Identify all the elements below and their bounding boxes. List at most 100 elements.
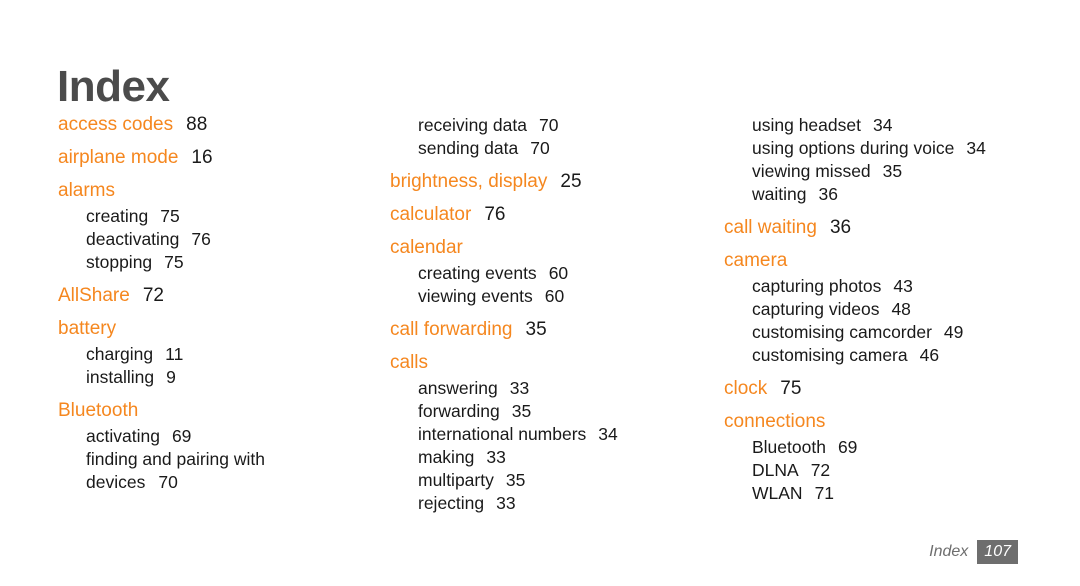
- index-entry-label: airplane mode: [58, 147, 179, 168]
- index-entry-label: battery: [58, 318, 117, 339]
- index-entry-sub[interactable]: multiparty 35: [390, 469, 720, 492]
- index-entry-sub[interactable]: DLNA 72: [724, 459, 1069, 482]
- index-entry-sub[interactable]: activating 69: [58, 425, 388, 448]
- index-entry-page-number: 49: [943, 322, 964, 342]
- index-entry-label: call waiting: [724, 217, 817, 238]
- index-entry-page-number: 76: [191, 229, 211, 249]
- index-entry-label: customising camera: [752, 345, 908, 365]
- index-entry-sub[interactable]: using options during voice 34: [724, 137, 1069, 160]
- index-entry-label: making: [418, 447, 475, 467]
- footer-label: Index: [929, 543, 969, 560]
- index-entry-main[interactable]: access codes 88: [58, 114, 388, 136]
- index-entry-continuation[interactable]: devices 70: [58, 471, 388, 494]
- index-entry-main[interactable]: camera: [724, 250, 1069, 272]
- index-entry-main[interactable]: brightness, display 25: [390, 171, 720, 193]
- index-entry-sub[interactable]: viewing events 60: [390, 285, 720, 308]
- index-entry-label: creating events: [418, 263, 537, 283]
- index-entry-sub[interactable]: answering 33: [390, 377, 720, 400]
- index-entry-page-number: 60: [548, 263, 569, 283]
- index-entry-sub[interactable]: sending data 70: [390, 137, 720, 160]
- index-entry-label: stopping: [86, 252, 153, 272]
- index-entry-label: viewing missed: [752, 161, 871, 181]
- index-entry-sub[interactable]: capturing photos 43: [724, 275, 1069, 298]
- index-entry-label: using headset: [752, 115, 861, 135]
- index-entry-sub[interactable]: stopping 75: [58, 251, 388, 274]
- index-entry-sub[interactable]: WLAN 71: [724, 482, 1069, 505]
- index-entry-label: AllShare: [58, 285, 130, 306]
- index-entry-sub[interactable]: making 33: [390, 446, 720, 469]
- index-entry-page-number: 9: [166, 367, 176, 387]
- index-entry-page-number: 33: [486, 447, 506, 467]
- index-entry-page-number: 35: [525, 319, 547, 340]
- index-entry-page-number: 48: [891, 299, 911, 319]
- index-entry-page-number: 16: [191, 147, 213, 168]
- index-entry-label: capturing videos: [752, 299, 880, 319]
- index-entry-sub[interactable]: receiving data 70: [390, 114, 720, 137]
- index-entry-sub[interactable]: Bluetooth 69: [724, 436, 1069, 459]
- index-entry-sub[interactable]: international numbers 34: [390, 423, 720, 446]
- index-entry-page-number: 35: [511, 401, 532, 421]
- index-entry-sub[interactable]: waiting 36: [724, 183, 1069, 206]
- index-entry-label: Bluetooth: [752, 437, 826, 457]
- index-column-1: access codes 88 airplane mode 16 alarms creat…: [58, 114, 388, 494]
- index-entry-main[interactable]: airplane mode 16: [58, 147, 388, 169]
- index-entry-label: alarms: [58, 180, 116, 201]
- index-entry-sub[interactable]: customising camcorder 49: [724, 321, 1069, 344]
- page-title: Index: [57, 62, 170, 112]
- index-entry-page-number: 69: [837, 437, 858, 457]
- index-entry-main[interactable]: AllShare 72: [58, 285, 388, 307]
- index-column-3: using headset 34 using options during voic…: [724, 114, 1069, 505]
- index-entry-main[interactable]: call forwarding 35: [390, 319, 720, 341]
- index-entry-sub[interactable]: finding and pairing with: [58, 448, 388, 471]
- index-entry-sub[interactable]: using headset 34: [724, 114, 1069, 137]
- index-entry-main[interactable]: clock 75: [724, 378, 1069, 400]
- index-entry-sub[interactable]: installing 9: [58, 366, 388, 389]
- index-entry-page-number: 34: [966, 138, 986, 158]
- index-entry-label: charging: [86, 344, 154, 364]
- index-entry-sub[interactable]: viewing missed 35: [724, 160, 1069, 183]
- index-entry-sub[interactable]: forwarding 35: [390, 400, 720, 423]
- index-entry-main[interactable]: alarms: [58, 180, 388, 202]
- index-entry-label: WLAN: [752, 483, 803, 503]
- footer-page-number: 107: [977, 540, 1018, 564]
- index-entry-sub[interactable]: capturing videos 48: [724, 298, 1069, 321]
- index-entry-main[interactable]: calculator 76: [390, 204, 720, 226]
- index-entry-label: finding and pairing with: [86, 449, 266, 469]
- index-entry-page-number: 25: [560, 171, 582, 192]
- index-entry-sub[interactable]: deactivating 76: [58, 228, 388, 251]
- index-entry-label: multiparty: [418, 470, 494, 490]
- index-entry-page-number: 36: [818, 184, 838, 204]
- index-entry-label: calls: [390, 352, 429, 373]
- page-footer: Index 107: [929, 540, 1018, 564]
- index-entry-page-number: 34: [598, 424, 618, 444]
- index-entry-label: forwarding: [418, 401, 500, 421]
- index-entry-main[interactable]: calendar: [390, 237, 720, 259]
- index-entry-page-number: 33: [496, 493, 516, 513]
- index-entry-page-number: 35: [505, 470, 526, 490]
- index-entry-label: clock: [724, 378, 768, 399]
- index-entry-sub[interactable]: charging 11: [58, 343, 388, 366]
- index-entry-main[interactable]: Bluetooth: [58, 400, 388, 422]
- index-entry-sub[interactable]: customising camera 46: [724, 344, 1069, 367]
- index-entry-page-number: 75: [160, 206, 180, 226]
- index-entry-sub[interactable]: creating 75: [58, 205, 388, 228]
- index-entry-label: receiving data: [418, 115, 527, 135]
- index-entry-main[interactable]: battery: [58, 318, 388, 340]
- index-entry-label: access codes: [58, 114, 174, 135]
- index-entry-label: using options during voice: [752, 138, 955, 158]
- index-entry-label: answering: [418, 378, 498, 398]
- index-entry-label: devices: [86, 472, 146, 492]
- index-entry-sub[interactable]: creating events 60: [390, 262, 720, 285]
- index-entry-label: call forwarding: [390, 319, 513, 340]
- index-entry-main[interactable]: connections: [724, 411, 1069, 433]
- index-entry-page-number: 71: [814, 483, 835, 503]
- index-entry-label: activating: [86, 426, 160, 446]
- index-entry-page-number: 70: [538, 115, 559, 135]
- index-entry-sub[interactable]: rejecting 33: [390, 492, 720, 515]
- index-entry-page-number: 70: [530, 138, 550, 158]
- index-entry-main[interactable]: calls: [390, 352, 720, 374]
- index-entry-label: international numbers: [418, 424, 587, 444]
- index-entry-main[interactable]: call waiting 36: [724, 217, 1069, 239]
- index-entry-label: DLNA: [752, 460, 799, 480]
- index-entry-label: waiting: [752, 184, 807, 204]
